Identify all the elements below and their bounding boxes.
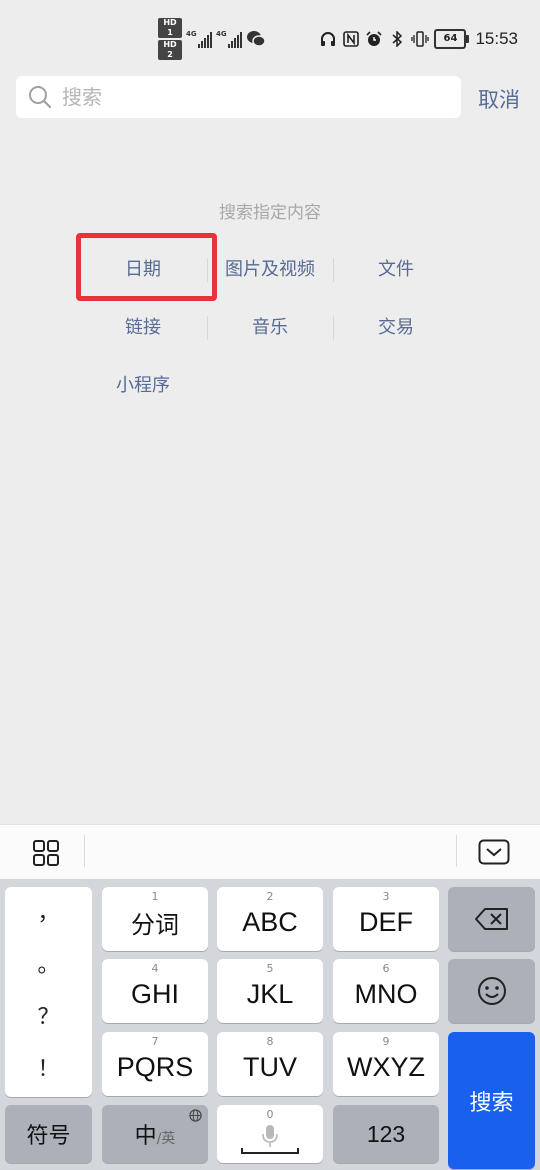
key-3-def[interactable]: 3 DEF: [333, 887, 439, 951]
key-number: 9: [382, 1035, 390, 1048]
key-7-pqrs[interactable]: 7 PQRS: [102, 1032, 208, 1096]
key-exclaim[interactable]: ！: [37, 1057, 59, 1083]
key-number: 2: [266, 890, 274, 903]
nfc-icon: [342, 30, 360, 48]
key-9-wxyz[interactable]: 9 WXYZ: [333, 1032, 439, 1096]
hd1-badge: HD 1: [158, 18, 182, 38]
symbol-button[interactable]: 符号: [5, 1105, 92, 1163]
net2-label: 4G: [216, 30, 227, 38]
language-toggle[interactable]: 中 /英: [102, 1105, 208, 1163]
key-number: 4: [151, 962, 159, 975]
category-links[interactable]: 链接: [80, 316, 206, 340]
vibrate-icon: [411, 30, 430, 48]
key-label: 分词: [131, 910, 179, 939]
category-music[interactable]: 音乐: [207, 316, 333, 340]
key-label: JKL: [246, 978, 294, 1009]
clock: 15:53: [475, 29, 518, 48]
punctuation-column[interactable]: ， 。 ？ ！: [5, 887, 92, 1097]
net1-label: 4G: [186, 30, 197, 38]
key-number: 1: [151, 890, 159, 903]
category-mini-programs[interactable]: 小程序: [80, 374, 206, 398]
divider: [456, 835, 457, 867]
space-bar-icon: [241, 1148, 299, 1154]
symbol-label: 符号: [26, 1124, 71, 1149]
signal-icon: 4G: [186, 30, 212, 48]
search-icon: [29, 86, 52, 109]
key-period[interactable]: 。: [37, 953, 59, 979]
key-8-tuv[interactable]: 8 TUV: [217, 1032, 323, 1096]
lang-main-label: 中: [134, 1124, 157, 1149]
key-number: 8: [266, 1035, 274, 1048]
search-input[interactable]: [60, 84, 444, 110]
headphone-icon: [319, 30, 337, 48]
hd2-badge: HD 2: [158, 40, 182, 60]
bluetooth-icon: [388, 30, 406, 48]
status-left: HD 1 HD 2 4G 4G: [158, 18, 266, 60]
cancel-button[interactable]: 取消: [478, 84, 520, 114]
keyboard: ， 。 ？ ！ 1 分词 2 ABC 3 DEF 4 GHI 5 JKL 6 M…: [0, 879, 540, 1170]
key-number: 5: [266, 962, 274, 975]
microphone-icon: [262, 1125, 278, 1147]
space-key[interactable]: 0: [217, 1105, 323, 1163]
wechat-icon: [247, 31, 266, 47]
key-label: MNO: [354, 978, 418, 1009]
highlight-box: [76, 233, 217, 301]
hide-keyboard-icon[interactable]: [478, 839, 510, 865]
key-label: DEF: [359, 906, 413, 937]
search-hint: 搜索指定内容: [219, 203, 321, 223]
number-button[interactable]: 123: [333, 1105, 439, 1163]
search-bar[interactable]: [16, 76, 461, 118]
emoji-button[interactable]: [448, 959, 535, 1023]
key-label: ABC: [242, 906, 298, 937]
category-photos-videos[interactable]: 图片及视频: [207, 258, 333, 282]
emoji-icon: [477, 977, 506, 1005]
keyboard-toolbar: [0, 824, 540, 879]
battery-icon: 64: [434, 29, 470, 49]
status-right: 64 15:53: [319, 26, 518, 52]
globe-icon: [189, 1109, 202, 1122]
grid-menu-icon[interactable]: [32, 839, 60, 867]
key-label: TUV: [243, 1051, 297, 1082]
hd-indicator: HD 1 HD 2: [158, 18, 182, 60]
key-4-ghi[interactable]: 4 GHI: [102, 959, 208, 1023]
key-label: WXYZ: [347, 1051, 425, 1082]
key-2-abc[interactable]: 2 ABC: [217, 887, 323, 951]
key-number: 7: [151, 1035, 159, 1048]
key-1-fenci[interactable]: 1 分词: [102, 887, 208, 951]
lang-sub-label: /英: [156, 1131, 176, 1147]
category-transactions[interactable]: 交易: [333, 316, 459, 340]
backspace-icon: [474, 908, 508, 930]
key-6-mno[interactable]: 6 MNO: [333, 959, 439, 1023]
alarm-icon: [365, 30, 383, 48]
status-bar: HD 1 HD 2 4G 4G 64 15:53: [0, 0, 540, 78]
category-files[interactable]: 文件: [333, 258, 459, 282]
key-label: PQRS: [116, 1051, 194, 1082]
number-label: 123: [366, 1120, 406, 1147]
key-comma[interactable]: ，: [37, 901, 59, 927]
signal-icon: 4G: [216, 30, 242, 48]
key-question[interactable]: ？: [37, 1005, 59, 1031]
key-number: 6: [382, 962, 390, 975]
key-number: 3: [382, 890, 390, 903]
key-label: GHI: [130, 978, 179, 1009]
key-5-jkl[interactable]: 5 JKL: [217, 959, 323, 1023]
search-key[interactable]: 搜索: [448, 1032, 535, 1169]
key-number: 0: [266, 1108, 274, 1121]
divider: [84, 835, 85, 867]
backspace-button[interactable]: [448, 887, 535, 951]
search-key-label: 搜索: [469, 1090, 514, 1116]
